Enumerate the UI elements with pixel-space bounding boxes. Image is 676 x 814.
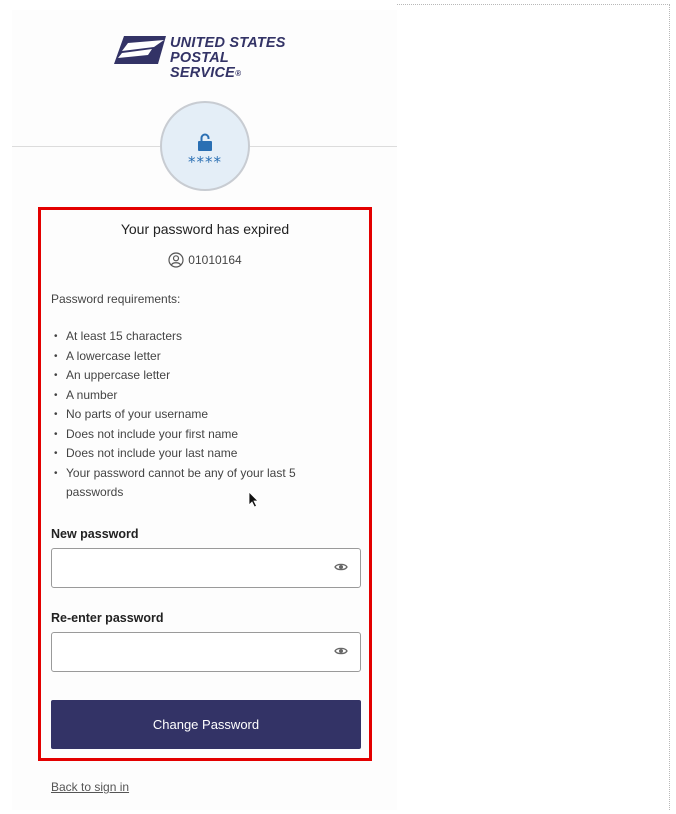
eye-icon[interactable] <box>334 562 348 572</box>
requirement-item: No parts of your username <box>51 405 351 425</box>
eye-icon[interactable] <box>334 646 348 656</box>
change-password-button[interactable]: Change Password <box>51 700 361 749</box>
user-circle-icon <box>168 252 184 268</box>
new-password-label: New password <box>51 527 139 541</box>
reenter-password-field <box>51 632 361 672</box>
back-to-sign-in-link[interactable]: Back to sign in <box>51 780 129 794</box>
page-title: Your password has expired <box>120 221 290 237</box>
registered-mark: ® <box>235 69 242 78</box>
eagle-icon <box>114 36 166 64</box>
username-value: 01010164 <box>188 253 242 267</box>
password-badge: **** <box>160 101 250 191</box>
logo-line-2: POSTAL SERVICE <box>170 50 236 81</box>
username-row: 01010164 <box>40 252 370 268</box>
masked-password: **** <box>188 153 222 171</box>
unlock-icon <box>198 133 212 151</box>
requirement-item: An uppercase letter <box>51 366 351 386</box>
mouse-cursor-icon <box>248 491 259 508</box>
reenter-password-input[interactable] <box>60 634 334 672</box>
logo-wordmark: UNITED STATES POSTAL SERVICE® <box>170 36 304 81</box>
new-password-field <box>51 548 361 588</box>
divider-right <box>250 146 397 147</box>
requirement-item: At least 15 characters <box>51 327 351 347</box>
new-password-input[interactable] <box>60 550 334 588</box>
logo-line-1: UNITED STATES <box>170 35 286 51</box>
requirement-item: Does not include your first name <box>51 425 351 445</box>
divider-left <box>12 146 160 147</box>
requirements-list: At least 15 characters A lowercase lette… <box>51 327 351 503</box>
usps-logo: UNITED STATES POSTAL SERVICE® <box>114 26 304 81</box>
requirement-item: Does not include your last name <box>51 444 351 464</box>
requirement-item: A number <box>51 386 351 406</box>
right-panel-border <box>397 4 670 810</box>
reenter-password-label: Re-enter password <box>51 611 164 625</box>
requirement-item: A lowercase letter <box>51 347 351 367</box>
requirement-item: Your password cannot be any of your last… <box>51 464 351 503</box>
requirements-heading: Password requirements: <box>51 292 181 306</box>
